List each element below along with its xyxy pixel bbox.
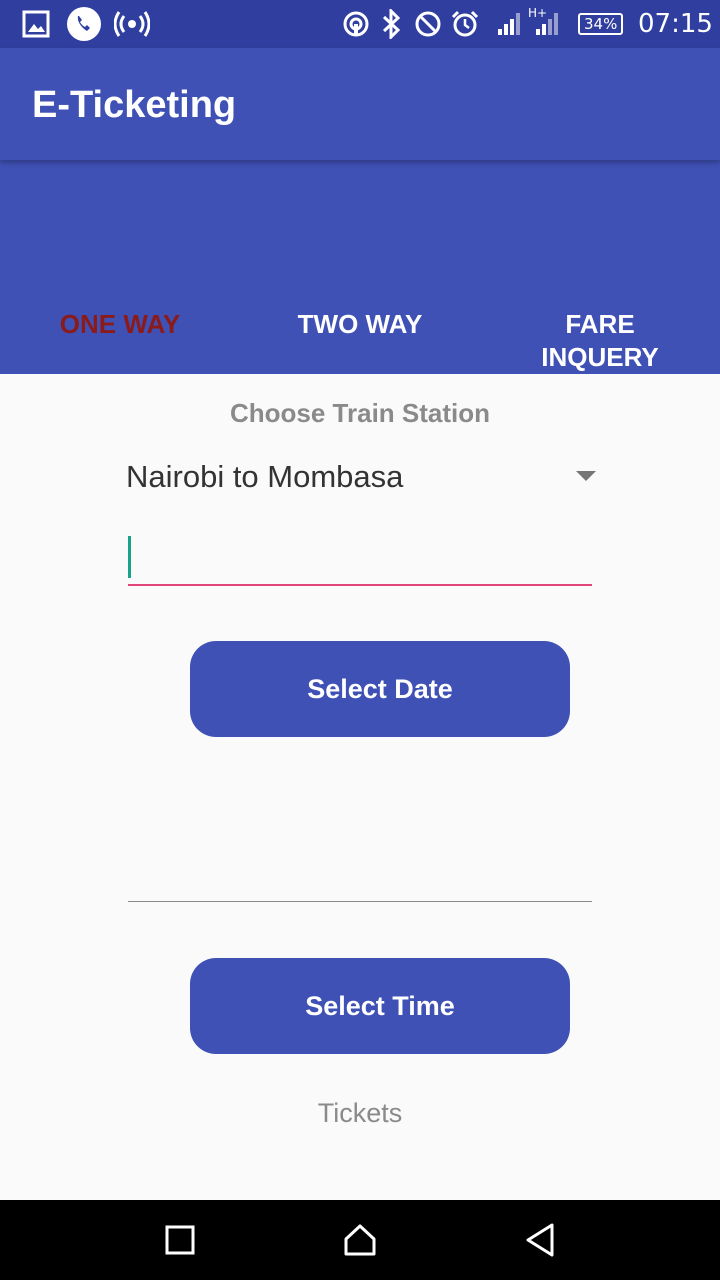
select-time-button[interactable]: Select Time [190, 958, 570, 1054]
image-icon [22, 0, 50, 48]
signal-icon [534, 0, 560, 48]
home-icon[interactable] [340, 1220, 380, 1260]
app-bar: E-Ticketing [0, 48, 720, 160]
choose-station-heading: Choose Train Station [229, 398, 491, 428]
phone-icon [66, 0, 102, 48]
station-dropdown-value: Nairobi to Mombasa [126, 459, 404, 494]
text-cursor [128, 536, 131, 578]
hotspot-icon [114, 0, 150, 48]
text-input[interactable] [128, 530, 592, 586]
tab-bar: ONE WAY TWO WAY FARE INQUERY [0, 160, 720, 374]
back-icon[interactable] [520, 1220, 560, 1260]
alarm-icon [450, 0, 480, 48]
recents-icon[interactable] [160, 1220, 200, 1260]
select-date-button[interactable]: Select Date [190, 641, 570, 737]
bluetooth-icon [378, 0, 404, 48]
tab-fare-inquery[interactable]: FARE INQUERY [480, 308, 720, 374]
battery-indicator: 34% [578, 0, 624, 48]
clock: 07:15 [638, 9, 713, 39]
battery-percentage: 34% [578, 13, 624, 35]
navigation-bar [0, 1200, 720, 1280]
nfc-icon [342, 0, 370, 48]
station-dropdown[interactable]: Nairobi to Mombasa [126, 455, 600, 501]
tab-one-way[interactable]: ONE WAY [0, 308, 240, 341]
tab-two-way[interactable]: TWO WAY [240, 308, 480, 341]
tickets-label[interactable]: Tickets [0, 1098, 720, 1129]
app-title: E-Ticketing [32, 84, 237, 126]
date-display-divider [128, 901, 592, 902]
dropdown-arrow-icon [576, 471, 596, 481]
status-bar: H+ 34% 07:15 [0, 0, 720, 48]
do-not-disturb-icon [414, 0, 442, 48]
signal-icon [496, 0, 522, 48]
